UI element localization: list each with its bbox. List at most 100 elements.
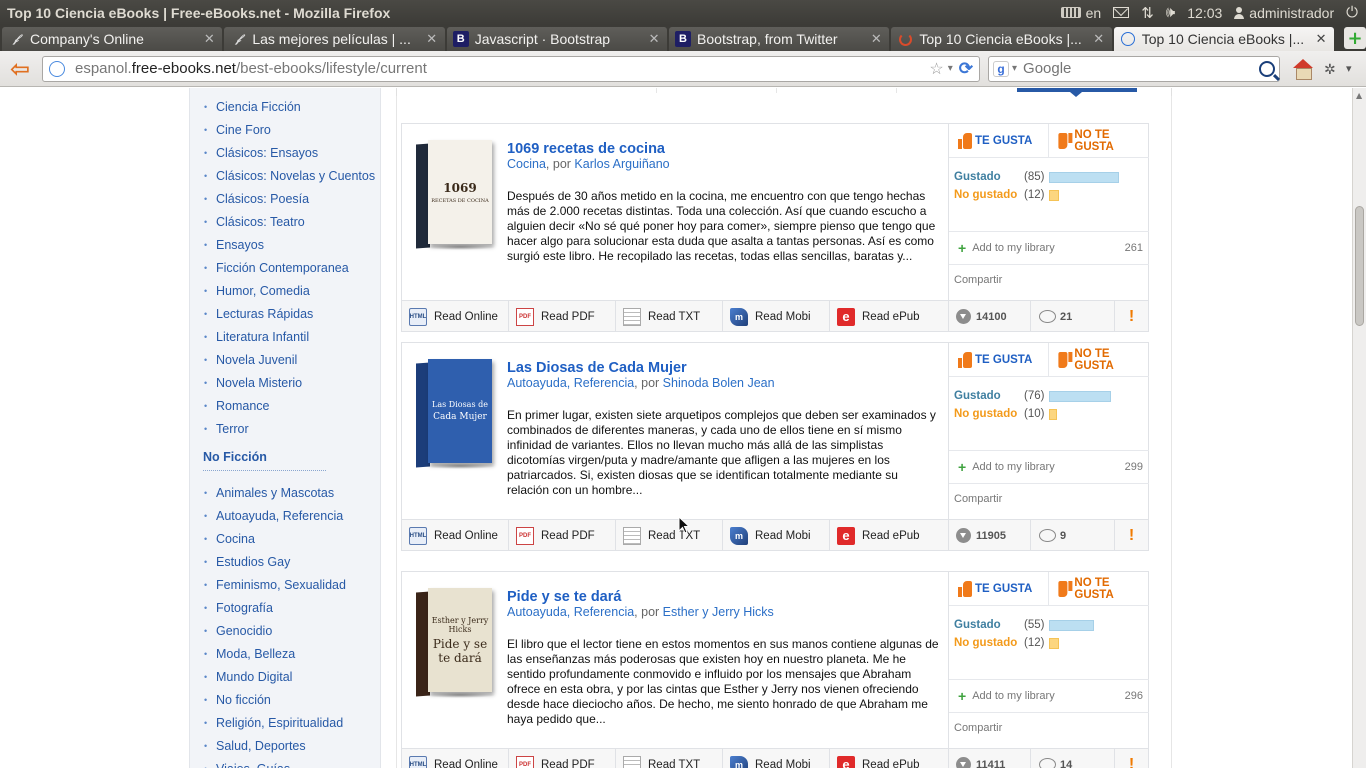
sidebar-category-item[interactable]: • Cocina bbox=[190, 527, 380, 550]
dislike-button[interactable]: NO TE GUSTA bbox=[1049, 343, 1149, 377]
sidebar-category-item[interactable]: • Clásicos: Teatro bbox=[190, 210, 380, 233]
book-title-link[interactable]: Las Diosas de Cada Mujer bbox=[507, 360, 687, 376]
sidebar-category-item[interactable]: • Genocidio bbox=[190, 619, 380, 642]
sidebar-category-item[interactable]: • Romance bbox=[190, 394, 380, 417]
add-to-library-button[interactable]: + Add to my library 299 bbox=[949, 450, 1149, 484]
comment-count[interactable]: 14 bbox=[1031, 749, 1115, 768]
reload-icon[interactable]: ⟳ bbox=[959, 59, 973, 79]
read-txt-button[interactable]: Read TXT bbox=[616, 301, 723, 332]
search-icon[interactable] bbox=[1259, 60, 1275, 77]
read-mobi-button[interactable]: m Read Mobi bbox=[723, 749, 830, 768]
close-icon[interactable]: ✕ bbox=[1314, 31, 1328, 47]
sidebar-category-item[interactable]: • Cine Foro bbox=[190, 118, 380, 141]
browser-tab[interactable]: Top 10 Ciencia eBooks |... ✕ bbox=[891, 27, 1112, 51]
browser-tab[interactable]: B Javascript · Bootstrap ✕ bbox=[446, 27, 668, 51]
scroll-up-arrow-icon[interactable]: ▲ bbox=[1356, 91, 1362, 100]
sidebar-category-item[interactable]: • Religión, Espiritualidad bbox=[190, 711, 380, 734]
chevron-down-icon[interactable]: ▾ bbox=[948, 63, 953, 74]
read-online-button[interactable]: HTML Read Online bbox=[402, 749, 509, 768]
author-link[interactable]: Shinoda Bolen Jean bbox=[663, 376, 775, 390]
read-txt-button[interactable]: Read TXT bbox=[616, 520, 723, 551]
category-link[interactable]: Autoayuda, Referencia bbox=[507, 605, 634, 619]
sidebar-category-item[interactable]: • Ficción Contemporanea bbox=[190, 256, 380, 279]
keyboard-indicator[interactable]: en bbox=[1060, 5, 1101, 21]
report-button[interactable]: ! bbox=[1115, 301, 1148, 332]
read-pdf-button[interactable]: PDF Read PDF bbox=[509, 520, 616, 551]
read-pdf-button[interactable]: PDF Read PDF bbox=[509, 749, 616, 768]
power-menu[interactable]: ⏻ bbox=[1346, 4, 1358, 21]
browser-tab[interactable]: 𝒻 Company's Online ✕ bbox=[2, 27, 223, 51]
sidebar-category-item[interactable]: • Ensayos bbox=[190, 233, 380, 256]
report-button[interactable]: ! bbox=[1115, 749, 1148, 768]
dislike-button[interactable]: NO TE GUSTA bbox=[1049, 572, 1149, 606]
author-link[interactable]: Esther y Jerry Hicks bbox=[663, 605, 774, 619]
read-mobi-button[interactable]: m Read Mobi bbox=[723, 520, 830, 551]
category-link[interactable]: Cocina bbox=[507, 157, 546, 171]
chevron-down-icon[interactable]: ▾ bbox=[1346, 62, 1352, 75]
chevron-down-icon[interactable]: ▾ bbox=[1012, 63, 1017, 74]
like-button[interactable]: TE GUSTA bbox=[949, 124, 1049, 158]
share-link[interactable]: Compartir bbox=[954, 493, 1002, 505]
book-cover[interactable]: 1069 RECETAS DE COCINA bbox=[416, 140, 496, 252]
add-to-library-button[interactable]: + Add to my library 296 bbox=[949, 679, 1149, 713]
sidebar-category-item[interactable]: • Feminismo, Sexualidad bbox=[190, 573, 380, 596]
sidebar-category-item[interactable]: • Novela Misterio bbox=[190, 371, 380, 394]
sidebar-category-item[interactable]: • Clásicos: Novelas y Cuentos bbox=[190, 164, 380, 187]
url-bar[interactable]: espanol.free-ebooks.net/best-ebooks/life… bbox=[42, 55, 980, 82]
comment-count[interactable]: 21 bbox=[1031, 301, 1115, 332]
share-link[interactable]: Compartir bbox=[954, 274, 1002, 286]
sidebar-category-item[interactable]: • Fotografía bbox=[190, 596, 380, 619]
url-text[interactable]: espanol.free-ebooks.net/best-ebooks/life… bbox=[75, 60, 929, 77]
google-icon[interactable]: g bbox=[993, 60, 1009, 77]
sidebar-category-item[interactable]: • Viajes, Guías bbox=[190, 757, 380, 768]
close-icon[interactable]: ✕ bbox=[1092, 31, 1106, 47]
sidebar-category-item[interactable]: • Salud, Deportes bbox=[190, 734, 380, 757]
search-input[interactable] bbox=[1023, 60, 1259, 77]
sidebar-category-item[interactable]: • Novela Juvenil bbox=[190, 348, 380, 371]
nonfiction-heading[interactable]: No Ficción bbox=[203, 450, 267, 464]
close-icon[interactable]: ✕ bbox=[425, 31, 439, 47]
sidebar-category-item[interactable]: • Humor, Comedia bbox=[190, 279, 380, 302]
vertical-scrollbar[interactable]: ▲ bbox=[1352, 88, 1366, 768]
read-mobi-button[interactable]: m Read Mobi bbox=[723, 301, 830, 332]
read-pdf-button[interactable]: PDF Read PDF bbox=[509, 301, 616, 332]
sidebar-category-item[interactable]: • Terror bbox=[190, 417, 380, 440]
sidebar-category-item[interactable]: • Literatura Infantil bbox=[190, 325, 380, 348]
book-cover[interactable]: Las Diosas de Cada Mujer bbox=[416, 359, 496, 471]
read-online-button[interactable]: HTML Read Online bbox=[402, 520, 509, 551]
sidebar-category-item[interactable]: • Clásicos: Ensayos bbox=[190, 141, 380, 164]
read-online-button[interactable]: HTML Read Online bbox=[402, 301, 509, 332]
like-button[interactable]: TE GUSTA bbox=[949, 343, 1049, 377]
sidebar-category-item[interactable]: • Animales y Mascotas bbox=[190, 481, 380, 504]
read-txt-button[interactable]: Read TXT bbox=[616, 749, 723, 768]
addon-icon[interactable]: ✲ bbox=[1324, 62, 1340, 78]
user-menu[interactable]: administrador bbox=[1234, 5, 1334, 21]
scrollbar-thumb[interactable] bbox=[1355, 206, 1364, 326]
volume-indicator[interactable]: 🕪 bbox=[1166, 4, 1175, 21]
book-title-link[interactable]: 1069 recetas de cocina bbox=[507, 141, 665, 157]
browser-tab[interactable]: B Bootstrap, from Twitter ✕ bbox=[669, 27, 890, 51]
sidebar-category-item[interactable]: • Mundo Digital bbox=[190, 665, 380, 688]
dislike-button[interactable]: NO TE GUSTA bbox=[1049, 124, 1149, 158]
close-icon[interactable]: ✕ bbox=[647, 31, 661, 47]
sidebar-category-item[interactable]: • Clásicos: Poesía bbox=[190, 187, 380, 210]
sidebar-category-item[interactable]: • No ficción bbox=[190, 688, 380, 711]
sidebar-category-item[interactable]: • Moda, Belleza bbox=[190, 642, 380, 665]
close-icon[interactable]: ✕ bbox=[869, 31, 883, 47]
share-link[interactable]: Compartir bbox=[954, 722, 1002, 734]
book-cover[interactable]: Esther y Jerry Hicks Pide y se te dará bbox=[416, 588, 496, 700]
back-button[interactable]: ⇦ bbox=[4, 55, 36, 83]
read-epub-button[interactable]: e Read ePub bbox=[830, 749, 948, 768]
comment-count[interactable]: 9 bbox=[1031, 520, 1115, 551]
category-link[interactable]: Autoayuda, Referencia bbox=[507, 376, 634, 390]
like-button[interactable]: TE GUSTA bbox=[949, 572, 1049, 606]
sidebar-category-item[interactable]: • Autoayuda, Referencia bbox=[190, 504, 380, 527]
add-to-library-button[interactable]: + Add to my library 261 bbox=[949, 231, 1149, 265]
read-epub-button[interactable]: e Read ePub bbox=[830, 301, 948, 332]
sidebar-category-item[interactable]: • Estudios Gay bbox=[190, 550, 380, 573]
network-indicator[interactable]: ⇅ bbox=[1141, 4, 1154, 22]
bookmark-star-icon[interactable]: ☆ bbox=[929, 59, 943, 79]
browser-tab-active[interactable]: Top 10 Ciencia eBooks |... ✕ bbox=[1113, 27, 1335, 51]
close-icon[interactable]: ✕ bbox=[202, 31, 216, 47]
site-identity-icon[interactable] bbox=[49, 60, 65, 77]
